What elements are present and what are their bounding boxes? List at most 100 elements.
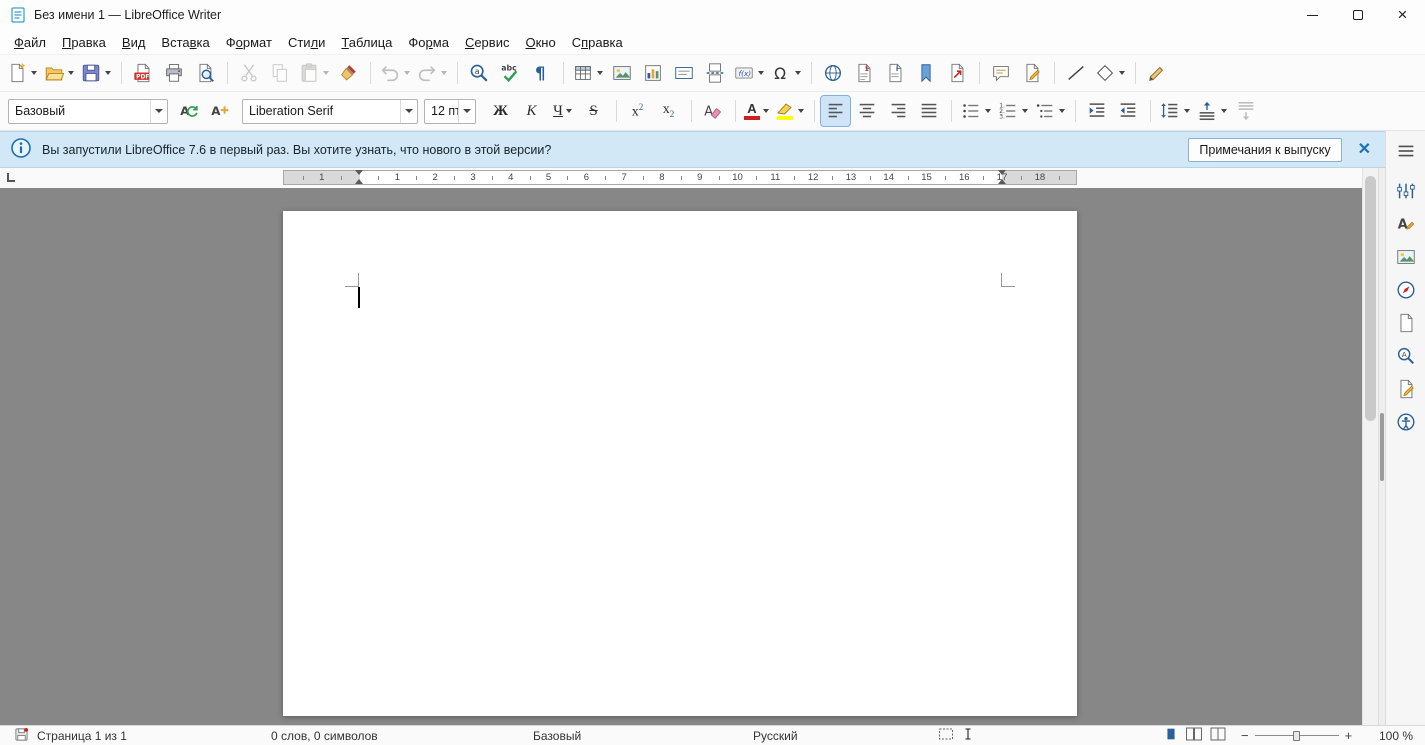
insert-endnote-button[interactable]: i: [880, 58, 909, 88]
dropdown-arrow-icon[interactable]: [1119, 71, 1125, 75]
dropdown-arrow-icon[interactable]: [1184, 109, 1190, 113]
release-notes-button[interactable]: Примечания к выпуску: [1188, 137, 1342, 162]
word-count-status[interactable]: 0 слов, 0 символов: [271, 729, 378, 743]
dropdown-arrow-icon[interactable]: [105, 71, 111, 75]
dropdown-arrow-icon[interactable]: [565, 109, 572, 113]
chevron-down-icon[interactable]: [400, 99, 417, 123]
view-book-button[interactable]: [1209, 726, 1227, 745]
page-style-status[interactable]: Базовый: [533, 729, 581, 743]
insert-footnote-button[interactable]: 1: [849, 58, 878, 88]
clear-formatting-button[interactable]: A: [698, 96, 727, 126]
clone-formatting-button[interactable]: [333, 58, 362, 88]
find-replace-button[interactable]: a: [464, 58, 493, 88]
accessibility-check-button[interactable]: [1391, 408, 1421, 436]
new-style-button[interactable]: A: [205, 96, 234, 126]
align-center-button[interactable]: [852, 96, 881, 126]
zoom-level[interactable]: 100 %: [1379, 729, 1413, 743]
superscript-button[interactable]: x2: [623, 96, 652, 126]
properties-button[interactable]: [1391, 177, 1421, 205]
dropdown-arrow-icon[interactable]: [1022, 109, 1028, 113]
align-left-button[interactable]: [820, 95, 851, 127]
chevron-down-icon[interactable]: [458, 99, 475, 123]
menu-form[interactable]: Форма: [400, 33, 457, 52]
print-button[interactable]: [159, 58, 188, 88]
view-multi-page-button[interactable]: [1185, 726, 1203, 745]
insert-chart-button[interactable]: [638, 58, 667, 88]
bold-button[interactable]: Ж: [486, 96, 515, 126]
styles-button[interactable]: A: [1391, 210, 1421, 238]
save-button[interactable]: [78, 58, 113, 88]
insert-field-button[interactable]: f(x): [731, 58, 766, 88]
subscript-button[interactable]: x2: [654, 96, 683, 126]
dropdown-arrow-icon[interactable]: [1059, 109, 1065, 113]
scrollbar-thumb[interactable]: [1365, 176, 1376, 421]
track-changes-button[interactable]: [1017, 58, 1046, 88]
style-inspector-button[interactable]: A: [1391, 342, 1421, 370]
left-indent-marker[interactable]: [355, 170, 364, 184]
font-name-combo[interactable]: Liberation Serif: [242, 98, 418, 124]
draw-functions-button[interactable]: [1142, 58, 1171, 88]
horizontal-ruler[interactable]: 1 1 2 3 4 5 6 7 8 9 10 11 12 13 14 15 16 17 18: [0, 168, 1362, 188]
maximize-button[interactable]: [1335, 0, 1380, 30]
dropdown-arrow-icon[interactable]: [1221, 109, 1227, 113]
indent-increase-button[interactable]: [1082, 96, 1111, 126]
menu-file[interactable]: Файл: [6, 33, 54, 52]
page-button[interactable]: [1391, 309, 1421, 337]
font-size-combo[interactable]: 12 пт: [424, 98, 476, 124]
open-button[interactable]: [41, 58, 76, 88]
update-style-button[interactable]: A: [174, 96, 203, 126]
insert-page-break-button[interactable]: [700, 58, 729, 88]
zoom-slider-thumb[interactable]: [1293, 730, 1301, 741]
view-single-page-button[interactable]: [1163, 726, 1179, 745]
gallery-button[interactable]: [1391, 243, 1421, 271]
new-document-button[interactable]: [4, 58, 39, 88]
spelling-button[interactable]: abc: [495, 58, 524, 88]
insert-line-button[interactable]: [1061, 58, 1090, 88]
font-color-button[interactable]: A: [742, 96, 771, 126]
align-justify-button[interactable]: [914, 96, 943, 126]
underline-button[interactable]: Ч: [548, 96, 577, 126]
menu-styles[interactable]: Стили: [280, 33, 333, 52]
document-canvas[interactable]: [0, 188, 1362, 725]
menu-tools[interactable]: Сервис: [457, 33, 518, 52]
menu-format[interactable]: Формат: [218, 33, 280, 52]
manage-changes-button[interactable]: [1391, 375, 1421, 403]
right-indent-marker[interactable]: [997, 170, 1007, 184]
strikethrough-button[interactable]: S: [579, 96, 608, 126]
zoom-slider[interactable]: [1254, 730, 1339, 742]
print-preview-button[interactable]: [190, 58, 219, 88]
selection-mode-ibeam-icon[interactable]: [962, 727, 974, 744]
insert-image-button[interactable]: [607, 58, 636, 88]
selection-rectangle-icon[interactable]: [938, 727, 954, 744]
ruler-body[interactable]: 1 1 2 3 4 5 6 7 8 9 10 11 12 13 14 15 16 17 18: [283, 170, 1077, 185]
dropdown-arrow-icon[interactable]: [795, 71, 801, 75]
list-number-button[interactable]: 1. 2. 3.: [995, 96, 1030, 126]
line-spacing-button[interactable]: [1157, 96, 1192, 126]
zoom-out-button[interactable]: −: [1241, 729, 1249, 742]
highlight-color-button[interactable]: [773, 96, 806, 126]
insert-hyperlink-button[interactable]: [818, 58, 847, 88]
paragraph-style-combo[interactable]: Базовый: [8, 98, 168, 124]
close-button[interactable]: ×: [1380, 0, 1425, 30]
navigator-button[interactable]: [1391, 276, 1421, 304]
menu-insert[interactable]: Вставка: [153, 33, 217, 52]
formatting-marks-button[interactable]: ¶: [526, 58, 555, 88]
insert-comment-button[interactable]: [986, 58, 1015, 88]
save-status-icon[interactable]: [14, 727, 29, 745]
infobar-close-icon[interactable]: ✕: [1358, 141, 1371, 158]
insert-text-box-button[interactable]: [669, 58, 698, 88]
tab-stop-selector[interactable]: [7, 173, 15, 182]
insert-bookmark-button[interactable]: [911, 58, 940, 88]
language-status[interactable]: Русский: [753, 729, 798, 743]
insert-table-button[interactable]: [570, 58, 605, 88]
chevron-down-icon[interactable]: [150, 99, 167, 123]
align-right-button[interactable]: [883, 96, 912, 126]
menu-edit[interactable]: Правка: [54, 33, 114, 52]
dropdown-arrow-icon[interactable]: [441, 71, 447, 75]
list-bullet-button[interactable]: [958, 96, 993, 126]
insert-special-character-button[interactable]: Ω: [768, 58, 803, 88]
basic-shapes-button[interactable]: [1092, 58, 1127, 88]
page-number-status[interactable]: Страница 1 из 1: [37, 729, 127, 743]
dropdown-arrow-icon[interactable]: [323, 71, 329, 75]
insert-cross-reference-button[interactable]: [942, 58, 971, 88]
